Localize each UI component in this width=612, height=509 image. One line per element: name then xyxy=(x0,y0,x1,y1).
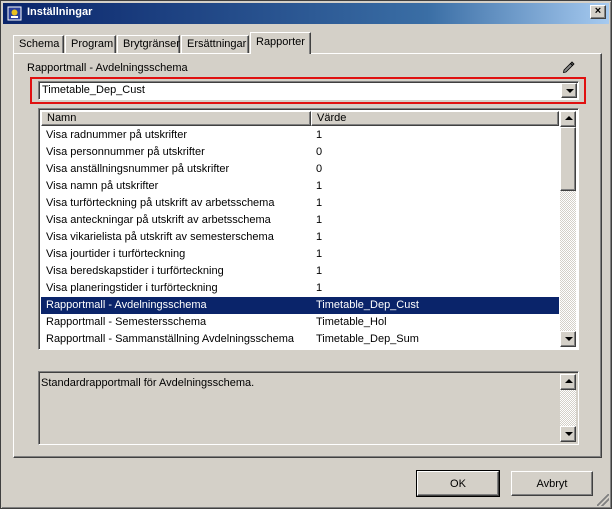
window-title: Inställningar xyxy=(27,6,93,18)
tab-rapporter[interactable]: Rapporter xyxy=(250,32,311,54)
dropdown-value: Timetable_Dep_Cust xyxy=(42,84,145,96)
cancel-button[interactable]: Avbryt xyxy=(511,471,593,496)
ok-button[interactable]: OK xyxy=(416,470,500,497)
tab-brytgranser[interactable]: Brytgränser xyxy=(117,35,180,53)
settings-window: Inställningar × Schema Program Brytgräns… xyxy=(0,0,612,509)
report-template-dropdown[interactable]: Timetable_Dep_Cust xyxy=(38,81,579,100)
tab-schema[interactable]: Schema xyxy=(13,35,64,53)
tab-ersattningar[interactable]: Ersättningar xyxy=(181,35,249,53)
app-icon xyxy=(7,6,22,21)
close-button[interactable]: × xyxy=(590,5,606,19)
title-bar[interactable]: Inställningar × xyxy=(3,3,609,24)
resize-grip-icon[interactable] xyxy=(597,494,609,506)
tab-panel xyxy=(13,53,602,458)
tab-program[interactable]: Program xyxy=(65,35,116,53)
chevron-down-icon[interactable] xyxy=(561,83,577,98)
